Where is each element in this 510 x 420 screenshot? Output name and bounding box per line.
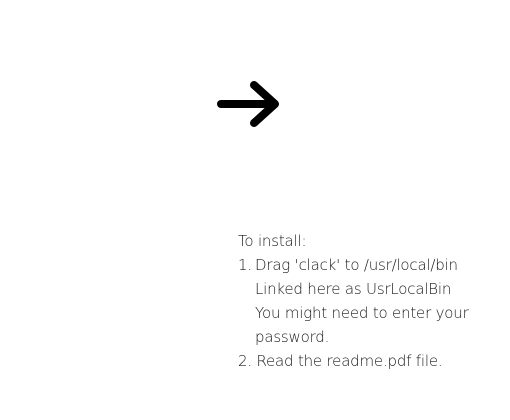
install-step-2: 2. Read the readme.pdf file.	[238, 352, 443, 370]
step-1-password-note: You might need to enter your	[255, 304, 469, 322]
install-heading: To install:	[238, 232, 307, 250]
install-instructions: To install: 1. Drag 'clack' to /usr/local…	[238, 229, 498, 373]
right-arrow-icon	[217, 81, 279, 127]
step-1-text: Drag 'clack' to /usr/local/bin	[255, 256, 458, 274]
step-1-password-note-cont: password.	[255, 328, 330, 346]
step-1-link-note: Linked here as UsrLocalBin	[255, 280, 452, 298]
install-step-1: 1. Drag 'clack' to /usr/local/bin	[238, 253, 498, 277]
step-1-number: 1.	[238, 256, 252, 274]
